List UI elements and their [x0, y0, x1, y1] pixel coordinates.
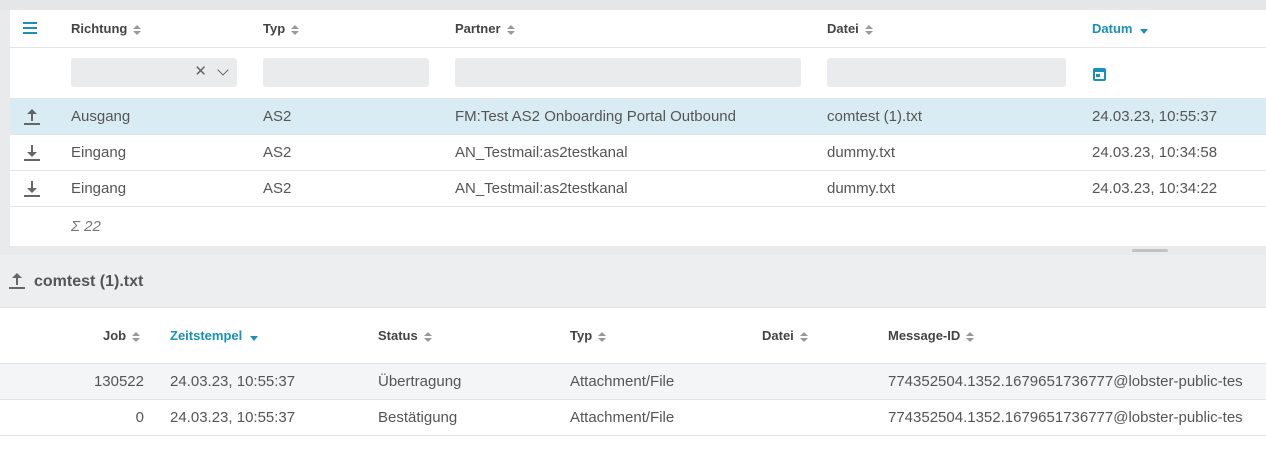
- table-row[interactable]: Eingang AS2 AN_Testmail:as2testkanal dum…: [10, 135, 1266, 171]
- cell-richtung: Eingang: [71, 144, 127, 161]
- sort-icon: [133, 24, 142, 36]
- table-row[interactable]: Eingang AS2 AN_Testmail:as2testkanal dum…: [10, 171, 1266, 207]
- column-header-label: Typ: [570, 328, 593, 343]
- cell-partner: AN_Testmail:as2testkanal: [455, 144, 628, 161]
- cell-zeitstempel: 24.03.23, 10:55:37: [170, 409, 296, 426]
- cell-status: Bestätigung: [378, 409, 458, 426]
- cell-job: 130522: [93, 373, 144, 390]
- resize-handle[interactable]: [1132, 249, 1168, 252]
- column-header-message-id[interactable]: Message-ID: [888, 308, 975, 364]
- datei-filter-input[interactable]: [827, 58, 1066, 87]
- upload-icon: [9, 273, 25, 289]
- chevron-down-icon[interactable]: [217, 64, 229, 76]
- column-header-datei[interactable]: Datei: [762, 308, 808, 364]
- column-header-datum[interactable]: Datum: [1092, 10, 1149, 48]
- detail-table: Job Zeitstempel Status Typ Datei Message…: [0, 308, 1266, 450]
- sort-icon: [291, 24, 300, 36]
- sort-icon: [132, 331, 141, 343]
- column-header-label: Job: [103, 328, 127, 343]
- table-row[interactable]: Ausgang AS2 FM:Test AS2 Onboarding Porta…: [10, 99, 1266, 135]
- column-header-label: Zeitstempel: [170, 328, 243, 343]
- download-icon: [24, 145, 40, 161]
- cell-typ: Attachment/File: [570, 409, 675, 426]
- cell-status: Übertragung: [378, 373, 462, 390]
- sort-icon: [506, 24, 515, 36]
- cell-zeitstempel: 24.03.23, 10:55:37: [170, 373, 296, 390]
- cell-datei: dummy.txt: [827, 180, 896, 197]
- column-header-richtung[interactable]: Richtung: [71, 10, 142, 48]
- table-row[interactable]: 130522 24.03.23, 10:55:37 Übertragung At…: [0, 364, 1266, 400]
- sort-icon: [598, 331, 607, 343]
- sort-descending-icon: [1140, 29, 1149, 35]
- filter-row: ✕: [10, 48, 1266, 99]
- transfer-table: Richtung Typ Partner Datei Datum ✕ Ausga…: [10, 10, 1266, 246]
- download-icon: [24, 181, 40, 197]
- column-header-label: Status: [378, 328, 418, 343]
- calendar-icon[interactable]: [1093, 68, 1106, 81]
- sort-icon: [864, 24, 873, 36]
- column-header-label: Datum: [1092, 21, 1133, 36]
- column-header-label: Datei: [762, 328, 794, 343]
- column-header-zeitstempel[interactable]: Zeitstempel: [170, 308, 259, 364]
- column-header-typ[interactable]: Typ: [570, 308, 607, 364]
- column-header-label: Message-ID: [888, 328, 961, 343]
- summary-row: Σ 22: [10, 207, 1266, 246]
- column-header-status[interactable]: Status: [378, 308, 432, 364]
- table-header-row: Richtung Typ Partner Datei Datum: [10, 10, 1266, 48]
- column-header-partner[interactable]: Partner: [455, 10, 515, 48]
- transfer-list-panel: Richtung Typ Partner Datei Datum ✕ Ausga…: [0, 0, 1266, 255]
- cell-partner: AN_Testmail:as2testkanal: [455, 180, 628, 197]
- detail-header-row: Job Zeitstempel Status Typ Datei Message…: [0, 308, 1266, 364]
- cell-richtung: Eingang: [71, 180, 127, 197]
- table-row[interactable]: 0 24.03.23, 10:55:37 Bestätigung Attachm…: [0, 400, 1266, 436]
- column-menu-icon[interactable]: [23, 22, 37, 34]
- cell-datum: 24.03.23, 10:34:22: [1092, 180, 1218, 197]
- typ-filter-input[interactable]: [263, 58, 429, 87]
- cell-partner: FM:Test AS2 Onboarding Portal Outbound: [455, 108, 736, 125]
- cell-typ: Attachment/File: [570, 373, 675, 390]
- sort-icon: [966, 331, 975, 343]
- detail-panel-header: comtest (1).txt: [0, 255, 1266, 308]
- column-header-label: Richtung: [71, 21, 128, 36]
- sort-icon: [423, 331, 432, 343]
- sort-descending-icon: [250, 336, 259, 342]
- cell-typ: AS2: [263, 108, 292, 125]
- column-header-label: Typ: [263, 21, 286, 36]
- cell-richtung: Ausgang: [71, 108, 131, 125]
- column-header-label: Datei: [827, 21, 859, 36]
- panel-top-strip: [0, 0, 1266, 10]
- cell-datei: dummy.txt: [827, 144, 896, 161]
- partner-filter-input[interactable]: [455, 58, 801, 87]
- detail-title: comtest (1).txt: [34, 273, 144, 290]
- cell-message-id: 774352504.1352.1679651736777@lobster-pub…: [888, 409, 1243, 426]
- column-header-datei[interactable]: Datei: [827, 10, 873, 48]
- clear-icon[interactable]: ✕: [194, 63, 207, 81]
- cell-job: 0: [135, 409, 144, 426]
- cell-datum: 24.03.23, 10:34:58: [1092, 144, 1218, 161]
- cell-datei: comtest (1).txt: [827, 108, 923, 125]
- richtung-filter-select[interactable]: ✕: [71, 58, 237, 87]
- column-header-job[interactable]: Job: [103, 308, 141, 364]
- row-count-sum: Σ 22: [71, 218, 101, 235]
- column-header-typ[interactable]: Typ: [263, 10, 300, 48]
- cell-typ: AS2: [263, 180, 292, 197]
- upload-icon: [24, 109, 40, 125]
- cell-message-id: 774352504.1352.1679651736777@lobster-pub…: [888, 373, 1243, 390]
- cell-typ: AS2: [263, 144, 292, 161]
- cell-datum: 24.03.23, 10:55:37: [1092, 108, 1218, 125]
- sort-icon: [799, 331, 808, 343]
- column-header-label: Partner: [455, 21, 501, 36]
